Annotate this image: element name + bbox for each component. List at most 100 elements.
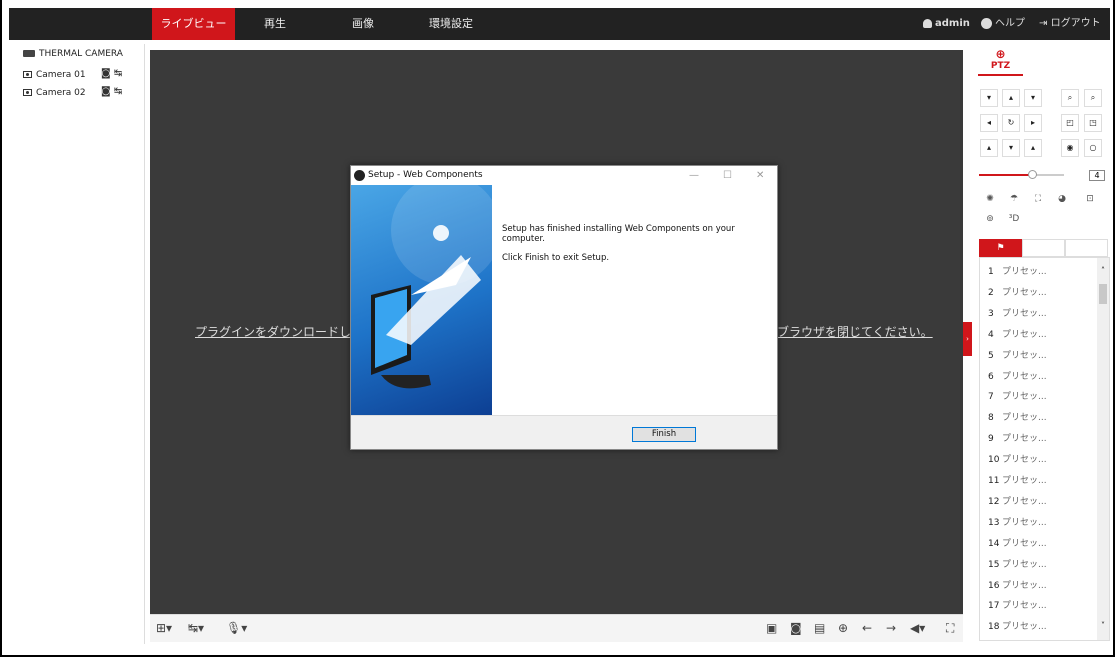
speed-slider-handle[interactable] — [1027, 170, 1037, 179]
preset-number: 4 — [988, 329, 994, 340]
preset-item[interactable]: 15 プリセッ... — [988, 557, 1047, 570]
logout-link[interactable]: ⇥ ログアウト — [1039, 8, 1101, 40]
minimize-icon[interactable]: — — [689, 166, 699, 185]
record-icon[interactable]: ▤ — [814, 621, 825, 635]
record-icon[interactable]: ◙ — [101, 86, 111, 97]
preset-item[interactable]: 2 プリセッ... — [988, 285, 1047, 298]
iris-close-icon[interactable]: ○ — [1084, 139, 1102, 157]
stream-icon[interactable]: ↹ — [114, 86, 122, 97]
preset-item[interactable]: 7 プリセッ... — [988, 389, 1047, 402]
wiper-icon[interactable]: ☂ — [1003, 190, 1025, 208]
focus-far-icon[interactable]: ◳ — [1084, 114, 1102, 132]
user-menu[interactable]: admin — [923, 8, 970, 40]
preset-item[interactable]: 8 プリセッ... — [988, 410, 1047, 423]
preset-item[interactable]: 12 プリセッ... — [988, 494, 1047, 507]
ptz-up-left[interactable]: ▾ — [980, 89, 998, 107]
camera-name: Camera 01 — [36, 70, 86, 80]
tab-playback[interactable]: 再生 — [255, 8, 295, 40]
auxiliary-focus-icon[interactable]: ⛶ — [1027, 190, 1049, 208]
preset-item[interactable]: 9 プリセッ... — [988, 431, 1047, 444]
scroll-down-icon[interactable]: ˅ — [1097, 621, 1109, 630]
preset-label: プリセッ... — [1002, 434, 1047, 445]
tab-pattern[interactable] — [1065, 239, 1108, 257]
dvr-icon — [23, 50, 35, 57]
fullscreen-icon[interactable]: ⛶ — [946, 621, 954, 636]
ptz-down[interactable]: ▾ — [1002, 139, 1020, 157]
tree-camera-01[interactable]: Camera 01 — [23, 68, 86, 82]
tab-ptz[interactable]: ⊕ PTZ — [978, 44, 1023, 76]
preset-item[interactable]: 6 プリセッ... — [988, 369, 1047, 382]
preset-item[interactable]: 13 プリセッ... — [988, 515, 1047, 528]
capture-icon[interactable]: ◙ — [790, 621, 802, 635]
finish-message: Setup has finished installing Web Compon… — [502, 224, 735, 244]
zoom-in-icon[interactable]: ⌕ — [1061, 89, 1079, 107]
ptz-up[interactable]: ▴ — [1002, 89, 1020, 107]
ptz-right[interactable]: ▸ — [1024, 114, 1042, 132]
focus-near-icon[interactable]: ◰ — [1061, 114, 1079, 132]
scroll-up-icon[interactable]: ˄ — [1097, 266, 1109, 275]
tree-device[interactable]: THERMAL CAMERA — [23, 47, 123, 61]
ptz-up-right[interactable]: ▾ — [1024, 89, 1042, 107]
iris-open-icon[interactable]: ◉ — [1061, 139, 1079, 157]
stream-select-icon[interactable]: ↹▾ — [188, 621, 204, 635]
preset-scrollbar[interactable]: ˄ ˅ — [1097, 258, 1109, 640]
username-label: admin — [935, 18, 970, 29]
start-all-icon[interactable]: ▣ — [766, 621, 777, 635]
preset-label: プリセッ... — [1002, 350, 1047, 361]
ptz-down-right[interactable]: ▴ — [1024, 139, 1042, 157]
ptz-subtabs: ⚑ — [979, 239, 1109, 257]
tab-picture[interactable]: 画像 — [343, 8, 383, 40]
help-label: ヘルプ — [995, 18, 1025, 29]
close-browser-message[interactable]: ブラウザを閉じてください。 — [777, 323, 933, 340]
record-icon[interactable]: ◙ — [101, 68, 111, 79]
preset-item[interactable]: 16 プリセッ... — [988, 578, 1047, 591]
preset-item[interactable]: 1 プリセッ... — [988, 264, 1047, 277]
help-link[interactable]: ヘルプ — [981, 8, 1025, 40]
preset-item[interactable]: 11 プリセッ... — [988, 473, 1047, 486]
preset-item[interactable]: 3 プリセッ... — [988, 306, 1047, 319]
tab-live-view[interactable]: ライブビュー — [152, 8, 235, 40]
tab-patrol[interactable] — [1022, 239, 1065, 257]
preset-number: 2 — [988, 287, 994, 298]
zoom-icon[interactable]: ⊕ — [838, 621, 848, 635]
scrollbar-thumb[interactable] — [1099, 284, 1107, 304]
light-icon[interactable]: ✺ — [979, 190, 1001, 208]
preset-number: 16 — [988, 580, 1000, 591]
plugin-download-link[interactable]: プラグインをダウンロードしイ — [195, 323, 363, 340]
3d-positioning-icon[interactable]: ³D — [1003, 210, 1025, 228]
window-layout-icon[interactable]: ⊞▾ — [156, 621, 172, 635]
zoom-out-icon[interactable]: ⌕ — [1084, 89, 1102, 107]
stream-icon[interactable]: ↹ — [114, 68, 122, 79]
tree-camera-02[interactable]: Camera 02 — [23, 86, 86, 100]
finish-button[interactable]: Finish — [632, 427, 696, 442]
ptz-left[interactable]: ◂ — [980, 114, 998, 132]
preset-item[interactable]: 17 プリセッ... — [988, 598, 1047, 611]
ptz-auto[interactable]: ↻ — [1002, 114, 1020, 132]
manual-tracking-icon[interactable]: ⊡ — [1079, 190, 1101, 208]
lens-init-icon[interactable]: ◕ — [1051, 190, 1073, 208]
volume-icon[interactable]: ◀▾ — [910, 621, 925, 635]
preset-item[interactable]: 14 プリセッ... — [988, 536, 1047, 549]
one-touch-icon[interactable]: ⊚ — [979, 210, 1001, 228]
dialog-titlebar[interactable]: Setup - Web Components — ☐ ✕ — [351, 166, 777, 185]
preset-item[interactable]: 10 プリセッ... — [988, 452, 1047, 465]
panel-collapse-handle[interactable]: › — [963, 322, 972, 356]
microphone-icon[interactable]: 🎙▾ — [226, 621, 247, 635]
previous-icon[interactable]: ← — [862, 621, 872, 635]
dialog-footer: Finish — [351, 415, 777, 450]
tab-configuration[interactable]: 環境設定 — [421, 8, 481, 40]
preset-item[interactable]: 4 プリセッ... — [988, 327, 1047, 340]
preset-number: 12 — [988, 496, 1000, 507]
close-icon[interactable]: ✕ — [756, 166, 764, 185]
ptz-down-left[interactable]: ▴ — [980, 139, 998, 157]
tab-preset[interactable]: ⚑ — [979, 239, 1022, 257]
setup-dialog: Setup - Web Components — ☐ ✕ Setup has f… — [350, 165, 778, 450]
preset-label: プリセッ... — [1002, 413, 1047, 424]
next-icon[interactable]: → — [886, 621, 896, 635]
preset-item[interactable]: 5 プリセッ... — [988, 348, 1047, 361]
maximize-icon[interactable]: ☐ — [723, 166, 732, 185]
preset-number: 11 — [988, 476, 1000, 486]
ptz-speed-slider[interactable] — [979, 170, 1064, 179]
preset-item[interactable]: 18 プリセッ... — [988, 619, 1047, 632]
preset-label: プリセッ... — [1002, 601, 1047, 612]
